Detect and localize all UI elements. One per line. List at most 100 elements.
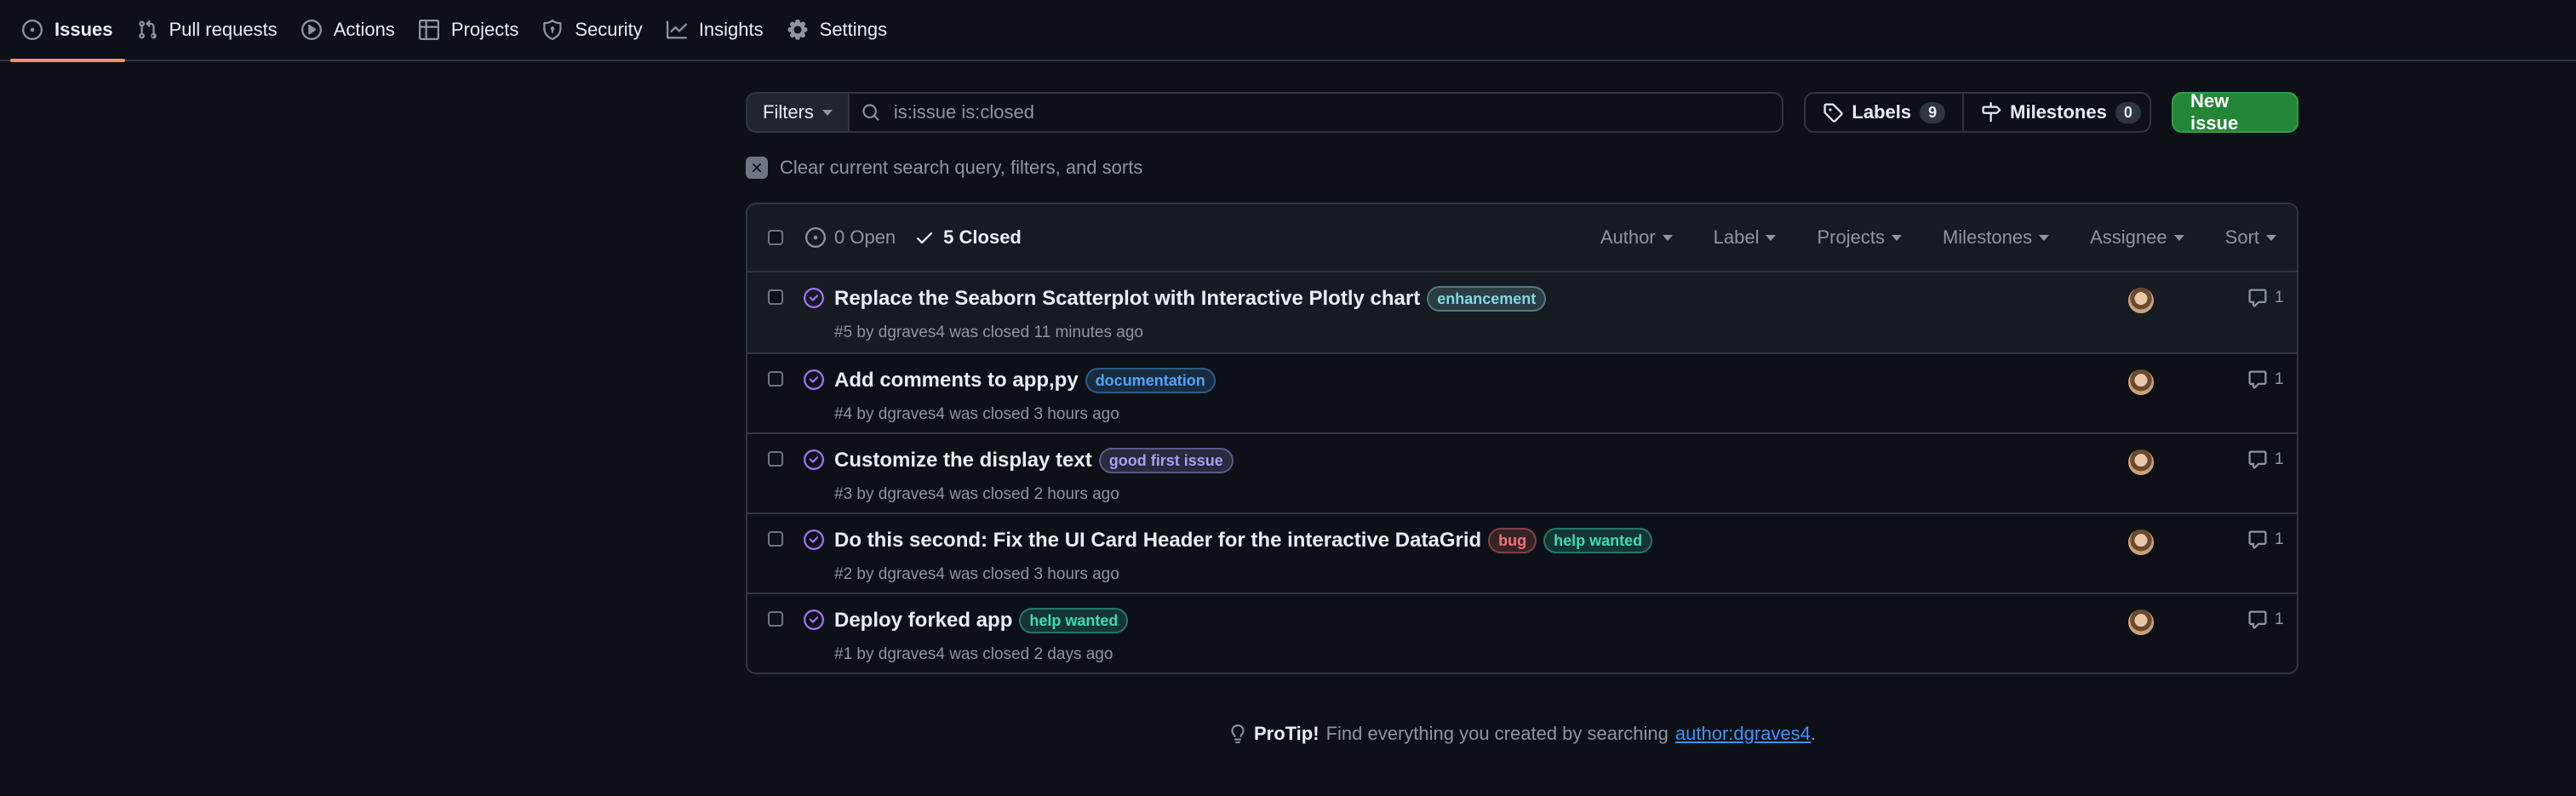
caret-down-icon [1662,234,1673,241]
issue-title[interactable]: Customize the display text [834,449,1092,472]
caret-down-icon [821,109,833,116]
gear-icon [787,20,808,40]
issue-label[interactable]: good first issue [1098,448,1234,473]
assignee-avatar[interactable] [2128,450,2154,475]
issue-label[interactable]: help wanted [1019,608,1129,633]
issue-checkbox[interactable] [768,611,783,627]
clear-query-link[interactable]: Clear current search query, filters, and… [780,157,1142,179]
filters-button[interactable]: Filters [746,92,850,133]
issue-label[interactable]: bug [1488,528,1537,553]
issue-title-line: Replace the Seaborn Scatterplot with Int… [834,286,1547,312]
closed-issues-tab[interactable]: 5 Closed [914,226,1022,249]
issues-toolbar: Filters Labels 9 Milestones 0 [746,90,2298,134]
comment-count[interactable]: 1 [2247,450,2284,470]
issue-checkbox[interactable] [768,289,783,305]
issue-row[interactable]: Replace the Seaborn Scatterplot with Int… [747,272,2297,352]
issue-opened-icon [805,227,826,248]
tab-label: Settings [819,19,888,40]
comment-icon [2247,450,2268,470]
issue-checkbox[interactable] [768,451,783,467]
labels-milestones-group: Labels 9 Milestones 0 [1804,92,2151,133]
issues-page: Filters Labels 9 Milestones 0 [746,90,2298,744]
sort-filter[interactable]: Sort [2225,226,2276,249]
issue-meta: #3 by dgraves4 was closed 2 hours ago [834,485,1119,503]
search-box [849,92,1784,133]
issue-label[interactable]: enhancement [1427,286,1547,312]
tab-insights[interactable]: Insights [655,0,776,60]
issue-title-line: Add comments to app,py documentation [834,368,1216,393]
open-issues-tab[interactable]: 0 Open [805,226,896,249]
tab-settings[interactable]: Settings [776,0,900,60]
search-input[interactable] [891,100,1747,124]
light-bulb-icon [1228,724,1247,743]
comment-count-value: 1 [2275,289,2284,306]
comment-icon [2247,530,2268,550]
issue-closed-icon [804,530,824,550]
issue-checkbox[interactable] [768,371,783,387]
tab-label: Projects [450,19,519,40]
comment-count[interactable]: 1 [2247,288,2284,308]
git-pull-request-icon [137,20,157,40]
issue-opened-icon [22,20,43,40]
protip-search-link[interactable]: author:dgraves4 [1675,723,1811,744]
issue-row[interactable]: Do this second: Fix the UI Card Header f… [747,513,2297,593]
issue-label[interactable]: help wanted [1543,528,1653,553]
labels-button[interactable]: Labels 9 [1806,94,1962,131]
assignee-avatar[interactable] [2128,369,2154,395]
assignee-avatar[interactable] [2128,610,2154,635]
comment-count-value: 1 [2275,530,2284,548]
issue-title[interactable]: Deploy forked app [834,609,1012,633]
projects-filter[interactable]: Projects [1817,226,1902,249]
comment-count[interactable]: 1 [2247,610,2284,630]
issue-row[interactable]: Add comments to app,py documentation #4 … [747,352,2297,432]
protip-end: . [1810,723,1817,744]
issue-title[interactable]: Replace the Seaborn Scatterplot with Int… [834,287,1420,311]
issue-closed-icon [804,288,824,308]
filter-label: Milestones [1942,226,2033,248]
assignee-avatar[interactable] [2128,530,2154,555]
closed-count-label: 5 Closed [943,226,1022,248]
issue-checkbox[interactable] [768,531,783,547]
assignee-filter[interactable]: Assignee [2090,226,2184,249]
clear-query-row: Clear current search query, filters, and… [746,155,2298,180]
milestone-icon [1981,102,2001,123]
tab-security[interactable]: Security [530,0,654,60]
comment-icon [2247,288,2268,308]
protip-title: ProTip! [1253,723,1319,744]
tag-icon [1823,102,1844,123]
select-all-checkbox[interactable] [768,230,783,245]
tab-issues[interactable]: Issues [10,0,125,62]
clear-query-button[interactable] [746,157,768,179]
filter-label: Sort [2224,226,2259,248]
comment-count[interactable]: 1 [2247,530,2284,550]
assignee-avatar[interactable] [2128,288,2154,313]
issue-row[interactable]: Customize the display text good first is… [747,432,2297,513]
tab-projects[interactable]: Projects [407,0,530,60]
graph-icon [666,20,687,40]
issue-meta: #2 by dgraves4 was closed 3 hours ago [834,565,1119,583]
issues-list-header: 0 Open 5 Closed Author Label Projects Mi… [747,204,2297,272]
comment-count[interactable]: 1 [2247,369,2284,390]
filter-label: Assignee [2090,226,2167,248]
issue-closed-icon [804,450,824,470]
issue-title[interactable]: Add comments to app,py [834,369,1079,392]
issue-label[interactable]: documentation [1085,368,1216,393]
filter-label: Label [1713,226,1760,248]
issue-title-line: Deploy forked app help wanted [834,608,1129,633]
tab-pull-requests[interactable]: Pull requests [125,0,289,60]
new-issue-button[interactable]: New issue [2171,90,2298,134]
tab-actions[interactable]: Actions [289,0,407,60]
milestones-button[interactable]: Milestones 0 [1962,94,2150,131]
tab-label: Actions [333,19,395,40]
label-filter[interactable]: Label [1714,226,1777,249]
milestones-filter[interactable]: Milestones [1942,226,2050,249]
issue-row[interactable]: Deploy forked app help wanted #1 by dgra… [747,593,2297,673]
comment-count-value: 1 [2275,450,2284,468]
filter-label: Projects [1817,226,1885,248]
comment-icon [2247,369,2268,390]
issue-title[interactable]: Do this second: Fix the UI Card Header f… [834,529,1481,553]
labels-label: Labels [1852,101,1912,123]
comment-count-value: 1 [2275,610,2284,628]
issues-list: 0 Open 5 Closed Author Label Projects Mi… [746,203,2298,674]
author-filter[interactable]: Author [1600,226,1673,249]
